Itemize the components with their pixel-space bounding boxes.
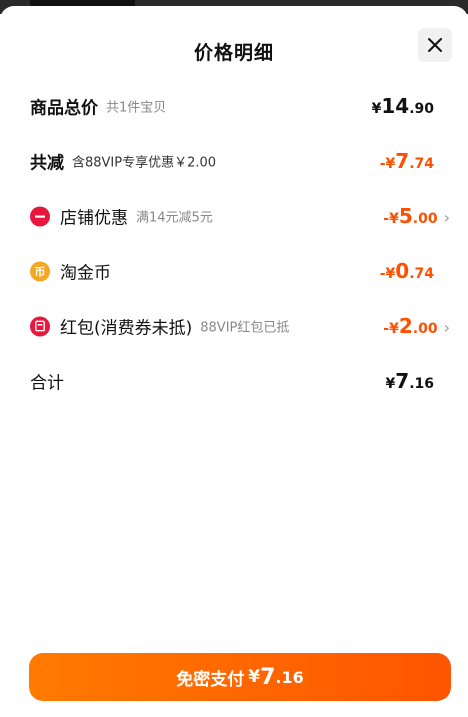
row-sum: 合计 ¥7.16 [30,366,434,396]
red-packet-icon [30,316,50,336]
total-reduce-sub: 含88VIP专享优惠￥2.00 [72,155,217,171]
taojinbi-amount: -¥ 0.74 [380,259,434,283]
row-taojinbi: 币 淘金币 -¥ 0.74 [30,256,434,286]
amount-dec: .90 [409,101,434,117]
red-packet-sub: 88VIP红包已抵 [200,320,290,336]
currency: ¥ [385,376,396,392]
pay-button-amount-int: 7 [260,664,276,690]
amount-int: 5 [398,204,413,228]
amount-dec: .74 [409,156,434,172]
chevron-right-icon: › [443,318,450,337]
red-packet-amount: -¥ 2.00 › [383,314,450,338]
shop-discount-sub: 满14元减5元 [136,210,213,226]
row-total-reduce: 共减 含88VIP专享优惠￥2.00 -¥ 7.74 [30,146,434,176]
amount-int: 14 [381,94,410,118]
pay-button-label: 免密支付 [176,669,245,690]
amount-int: 2 [398,314,413,338]
red-packet-label: 红包(消费券未抵) [60,318,193,339]
close-icon [428,38,442,52]
total-price-label: 商品总价 [30,98,98,119]
pay-button-currency: ¥ [248,667,261,687]
currency: ¥ [371,101,382,117]
shop-discount-label: 店铺优惠 [60,208,128,229]
total-reduce-label: 共减 [30,153,64,174]
row-shop-discount[interactable]: 店铺优惠 满14元减5元 -¥ 5.00 › [30,201,450,231]
coin-icon: 币 [30,261,50,281]
pay-button-amount-dec: .16 [275,667,304,687]
taojinbi-label: 淘金币 [60,263,111,284]
amount-dec: .00 [412,211,438,227]
amount-int: 7 [395,149,410,173]
row-red-packet[interactable]: 红包(消费券未抵) 88VIP红包已抵 -¥ 2.00 › [30,311,450,341]
currency: -¥ [379,266,396,282]
total-reduce-amount: -¥ 7.74 [380,149,434,173]
shop-discount-amount: -¥ 5.00 › [383,204,450,228]
total-price-sub: 共1件宝贝 [106,100,167,116]
sum-label: 合计 [30,373,64,394]
amount-dec: .16 [409,376,434,392]
currency: -¥ [383,211,399,227]
close-button[interactable] [418,28,452,62]
password-free-pay-button[interactable]: 免密支付 ¥ 7 .16 [29,653,451,701]
currency: -¥ [379,156,396,172]
amount-dec: .74 [409,266,434,282]
amount-int: 0 [395,259,410,283]
price-detail-sheet: 价格明细 商品总价 共1件宝贝 ¥14.90 共减 含88VIP专享优惠￥2.0… [0,6,468,717]
currency: -¥ [383,321,399,337]
chevron-right-icon: › [443,208,450,227]
shop-discount-icon [30,206,50,226]
total-price-amount: ¥14.90 [372,94,434,118]
amount-dec: .00 [412,321,438,337]
sum-amount: ¥7.16 [386,369,434,393]
amount-int: 7 [395,369,410,393]
sheet-title: 价格明细 [193,42,274,64]
row-total-price: 商品总价 共1件宝贝 ¥14.90 [30,91,434,121]
